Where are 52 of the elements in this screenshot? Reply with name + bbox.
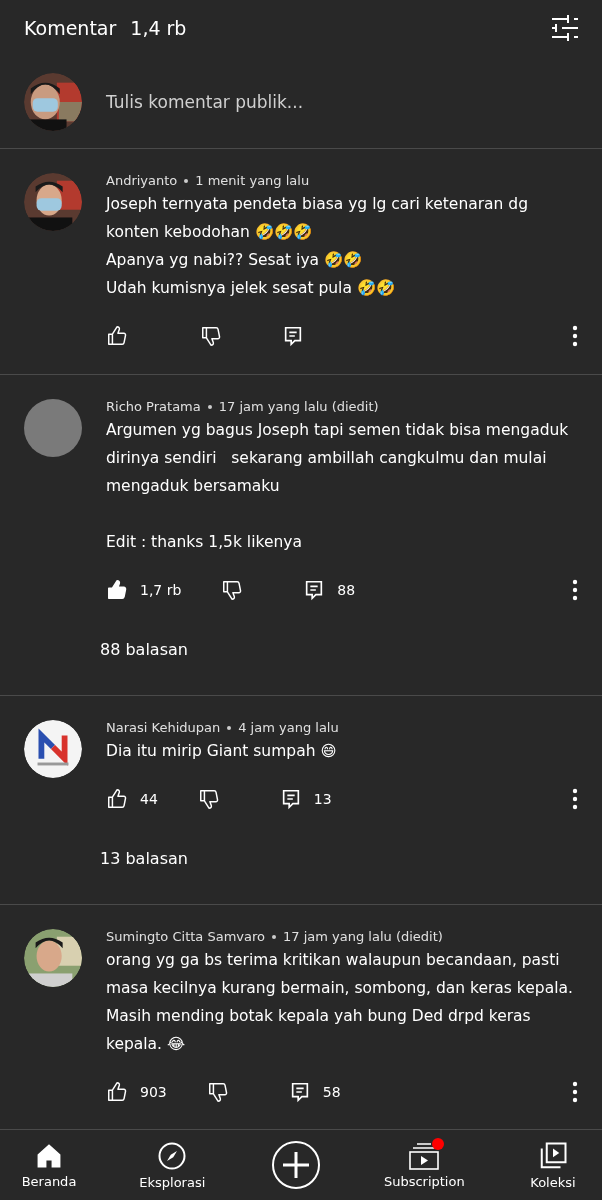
thumbs-down-icon[interactable]	[206, 1081, 229, 1103]
nav-tab[interactable]: Koleksi	[517, 1140, 588, 1190]
thumbs-down-icon[interactable]	[200, 325, 222, 347]
comment-time: 1 menit yang lalu	[195, 173, 310, 188]
add-icon	[270, 1140, 321, 1190]
reply-icon[interactable]	[282, 325, 304, 347]
comment-input-field[interactable]: Tulis komentar publik...	[106, 92, 304, 112]
separator-dot	[184, 178, 189, 183]
comment-time: 17 jam yang lalu (diedit)	[283, 929, 443, 944]
author-name[interactable]: Sumingto Citta Samvaro	[106, 929, 265, 944]
comments-title: Komentar	[24, 17, 117, 39]
author-name[interactable]: Narasi Kehidupan	[106, 720, 221, 735]
comment-time: 4 jam yang lalu	[238, 720, 339, 735]
filter-icon[interactable]	[550, 15, 580, 41]
author-name[interactable]: Richo Pratama	[106, 399, 201, 414]
comment-text: orang yg ga bs terima kritikan walaupun becandaan, pasti masa kecilnya kurang bermain, sombong, dan keras kepala. Masih mending botak kepala yah bung Ded drpd keras kepala. 😂	[106, 950, 574, 1055]
view-replies-link[interactable]: 13 balasan	[100, 849, 602, 868]
comment-text: Dia itu mirip Giant sumpah 😄	[106, 741, 338, 762]
subscriptions-icon	[408, 1141, 441, 1170]
more-options-icon[interactable]	[572, 1081, 578, 1103]
more-options-icon[interactable]	[572, 579, 578, 601]
nav-tab[interactable]: Beranda	[14, 1141, 84, 1189]
reply-count: 58	[322, 1084, 341, 1100]
thumbs-down-icon[interactable]	[221, 579, 244, 601]
comment-time: 17 jam yang lalu (diedit)	[218, 399, 379, 414]
like-count: 1,7 rb	[140, 582, 182, 598]
reply-count: 13	[313, 791, 332, 807]
comment-text: Apanya yg nabi?? Sesat iya 🤣🤣	[106, 250, 363, 271]
channel-logo	[24, 720, 82, 778]
thumbs-up-icon[interactable]	[106, 1081, 128, 1103]
comment-text: Udah kumisnya jelek sesat pula 🤣🤣	[106, 278, 396, 299]
thumbs-up-icon[interactable]	[106, 325, 128, 347]
thumbs-down-icon[interactable]	[197, 788, 220, 810]
author-name[interactable]: Andriyanto	[106, 173, 178, 188]
comment-count: 1,4 rb	[130, 17, 187, 39]
reply-count: 88	[337, 582, 356, 598]
separator-dot	[227, 725, 232, 730]
thumbs-up-icon[interactable]	[106, 788, 128, 810]
like-count: 903	[140, 1084, 167, 1100]
compass-icon	[157, 1140, 188, 1171]
nav-tab[interactable]: Subscription	[383, 1141, 465, 1189]
like-count: 44	[140, 791, 158, 807]
separator-dot	[207, 404, 212, 409]
comment-text: Joseph ternyata pendeta biasa yg lg cari ketenaran dg konten kebodohan 🤣🤣🤣	[106, 194, 530, 243]
nav-tab[interactable]: Eksplorasi	[137, 1140, 208, 1190]
separator-dot	[272, 934, 276, 939]
view-replies-link[interactable]: 88 balasan	[100, 640, 602, 659]
filled-thumbs-up-icon[interactable]	[106, 579, 128, 601]
comment-text: Argumen yg bagus Joseph tapi semen tidak bisa mengaduk dirinya sendiri sekarang ambillah cangkulmu dan mulai mengaduk bersamaku	[106, 420, 570, 497]
comment-text: Edit : thanks 1,5k likenya	[106, 532, 303, 553]
more-options-icon[interactable]	[572, 325, 578, 347]
more-options-icon[interactable]	[572, 788, 578, 810]
